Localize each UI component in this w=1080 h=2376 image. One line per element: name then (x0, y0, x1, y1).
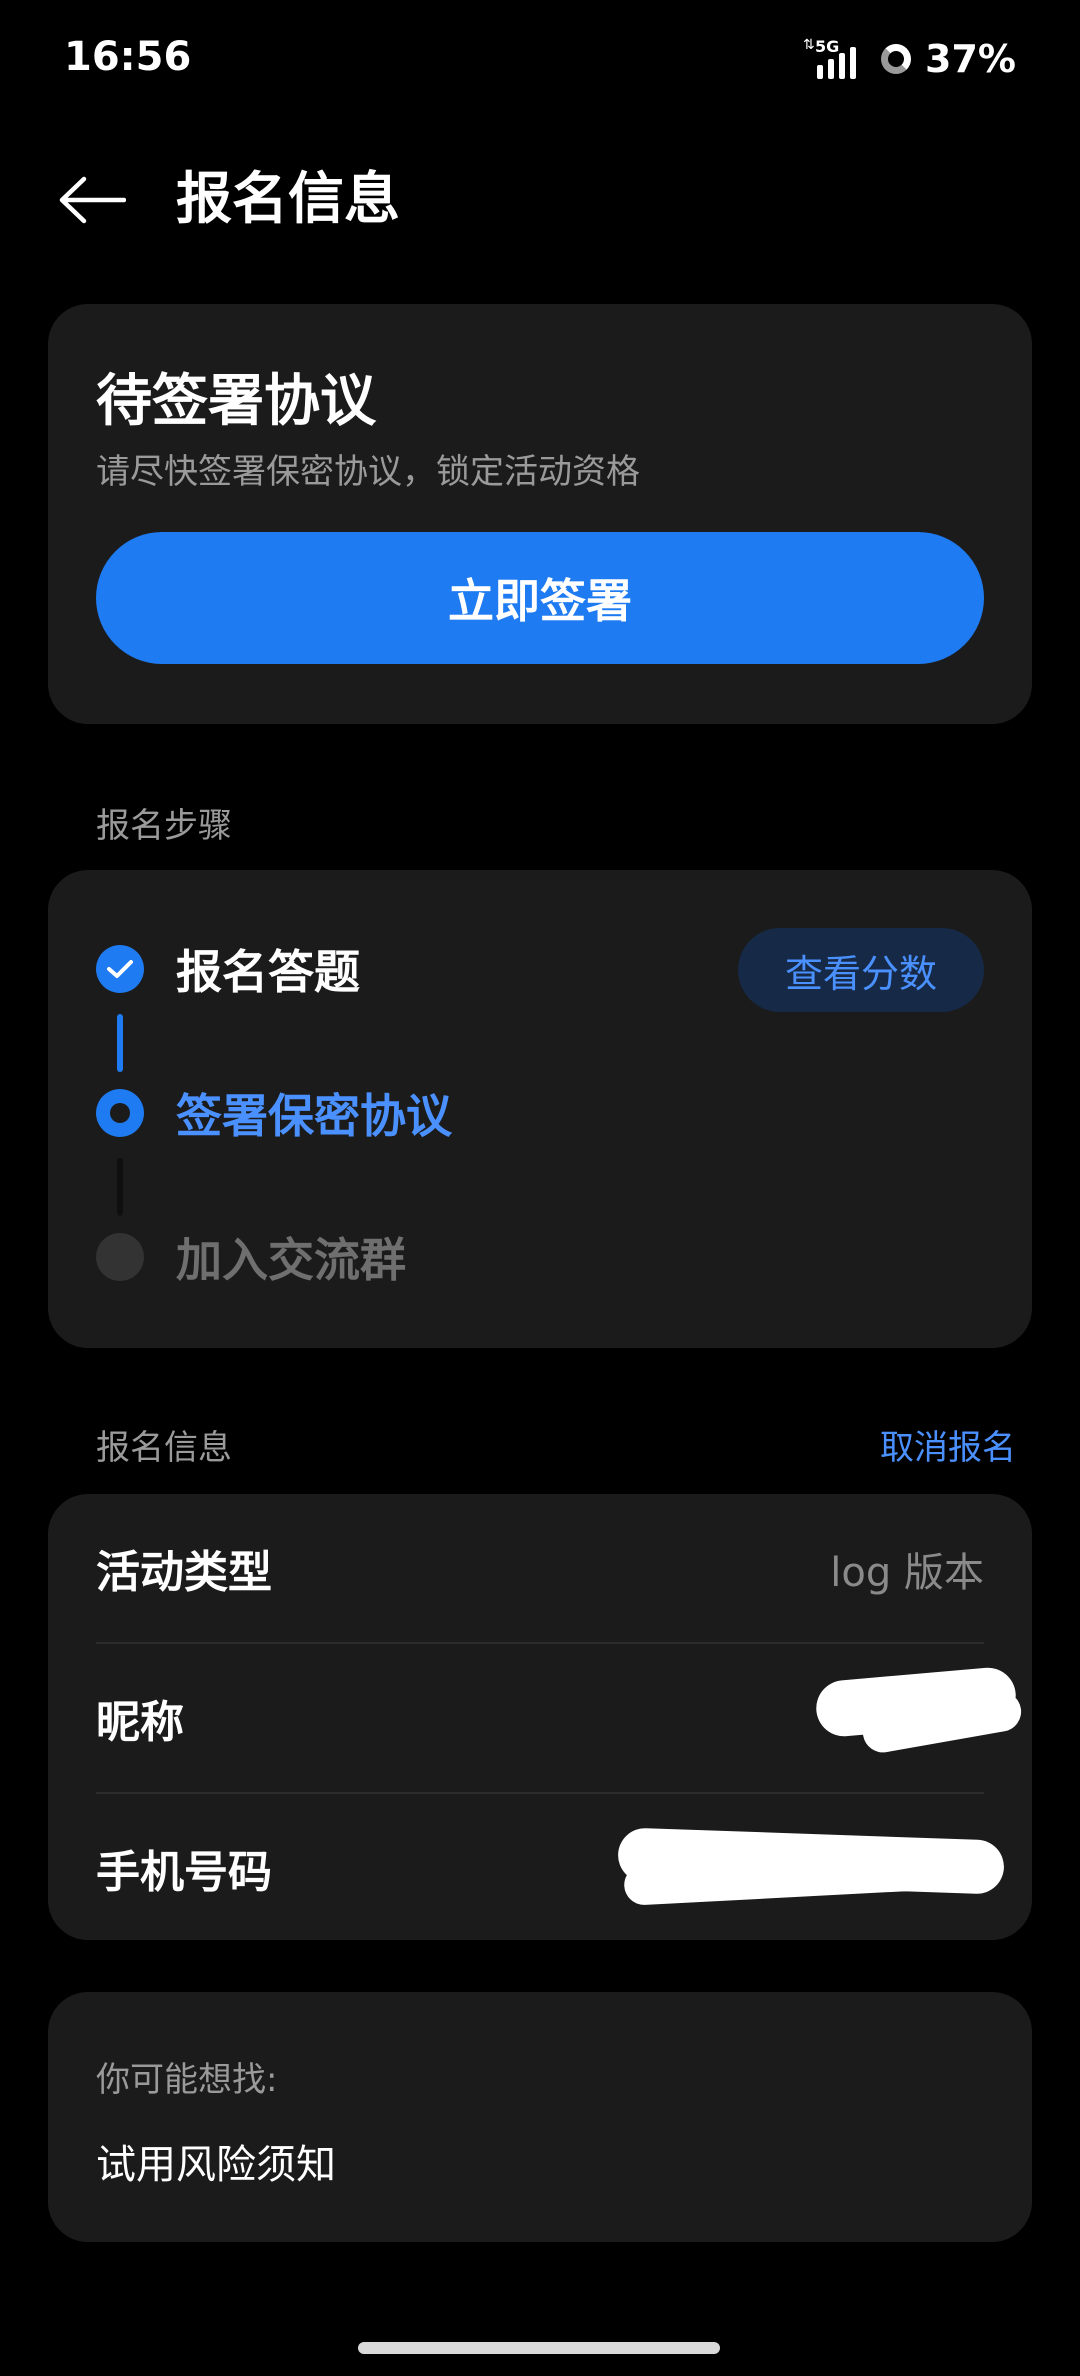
steps-section-label: 报名步骤 (96, 806, 232, 846)
info-label: 昵称 (96, 1697, 184, 1748)
cancel-registration-link[interactable]: 取消报名 (880, 1420, 1016, 1469)
info-label: 手机号码 (96, 1847, 272, 1898)
info-card: 活动类型 log 版本 昵称 手机号码 (48, 1494, 1032, 1940)
home-indicator[interactable] (358, 2342, 720, 2354)
battery-ring-icon (881, 44, 912, 74)
info-row-activity-type: 活动类型 log 版本 (96, 1494, 984, 1642)
info-value: log 版本 (830, 1550, 984, 1596)
step-item-sign: 签署保密协议 (96, 1078, 452, 1148)
view-score-button[interactable]: 查看分数 (738, 928, 984, 1012)
info-section-label: 报名信息 (96, 1428, 232, 1468)
back-button[interactable] (56, 164, 128, 236)
signal-icon: ⇅ 5G (803, 37, 867, 81)
status-bar: 16:56 ⇅ 5G 37% (0, 0, 1080, 120)
pending-agreement-title: 待签署协议 (96, 369, 376, 434)
suggestion-item-trial-risk[interactable]: 试用风险须知 (96, 2132, 336, 2190)
status-time: 16:56 (64, 34, 192, 80)
step-item-answer: 报名答题 (96, 934, 360, 1004)
battery-percent: 37% (925, 37, 1016, 81)
arrow-left-icon (59, 176, 126, 224)
suggestion-card: 你可能想找: 试用风险须知 (48, 1992, 1032, 2242)
step-label: 加入交流群 (176, 1233, 406, 1287)
step-connector-inactive (117, 1158, 123, 1216)
step-connector-active (117, 1014, 123, 1072)
header: 报名信息 (0, 140, 1080, 260)
suggestion-label: 你可能想找: (96, 2060, 278, 2100)
sign-now-button[interactable]: 立即签署 (96, 532, 984, 664)
status-indicators: ⇅ 5G 37% (803, 34, 1016, 84)
step-label: 签署保密协议 (176, 1089, 452, 1143)
step-label: 报名答题 (176, 945, 360, 999)
page-title: 报名信息 (176, 167, 400, 232)
current-step-icon (96, 1089, 144, 1137)
step-item-join-group: 加入交流群 (96, 1222, 406, 1292)
check-circle-icon (96, 945, 144, 993)
signal-bars (817, 47, 857, 79)
steps-card: 报名答题 查看分数 签署保密协议 加入交流群 (48, 870, 1032, 1348)
info-label: 活动类型 (96, 1547, 272, 1598)
pending-agreement-description: 请尽快签署保密协议，锁定活动资格 (96, 452, 640, 492)
pending-step-icon (96, 1233, 144, 1281)
data-arrows-icon: ⇅ (803, 37, 815, 53)
pending-agreement-card: 待签署协议 请尽快签署保密协议，锁定活动资格 立即签署 (48, 304, 1032, 724)
